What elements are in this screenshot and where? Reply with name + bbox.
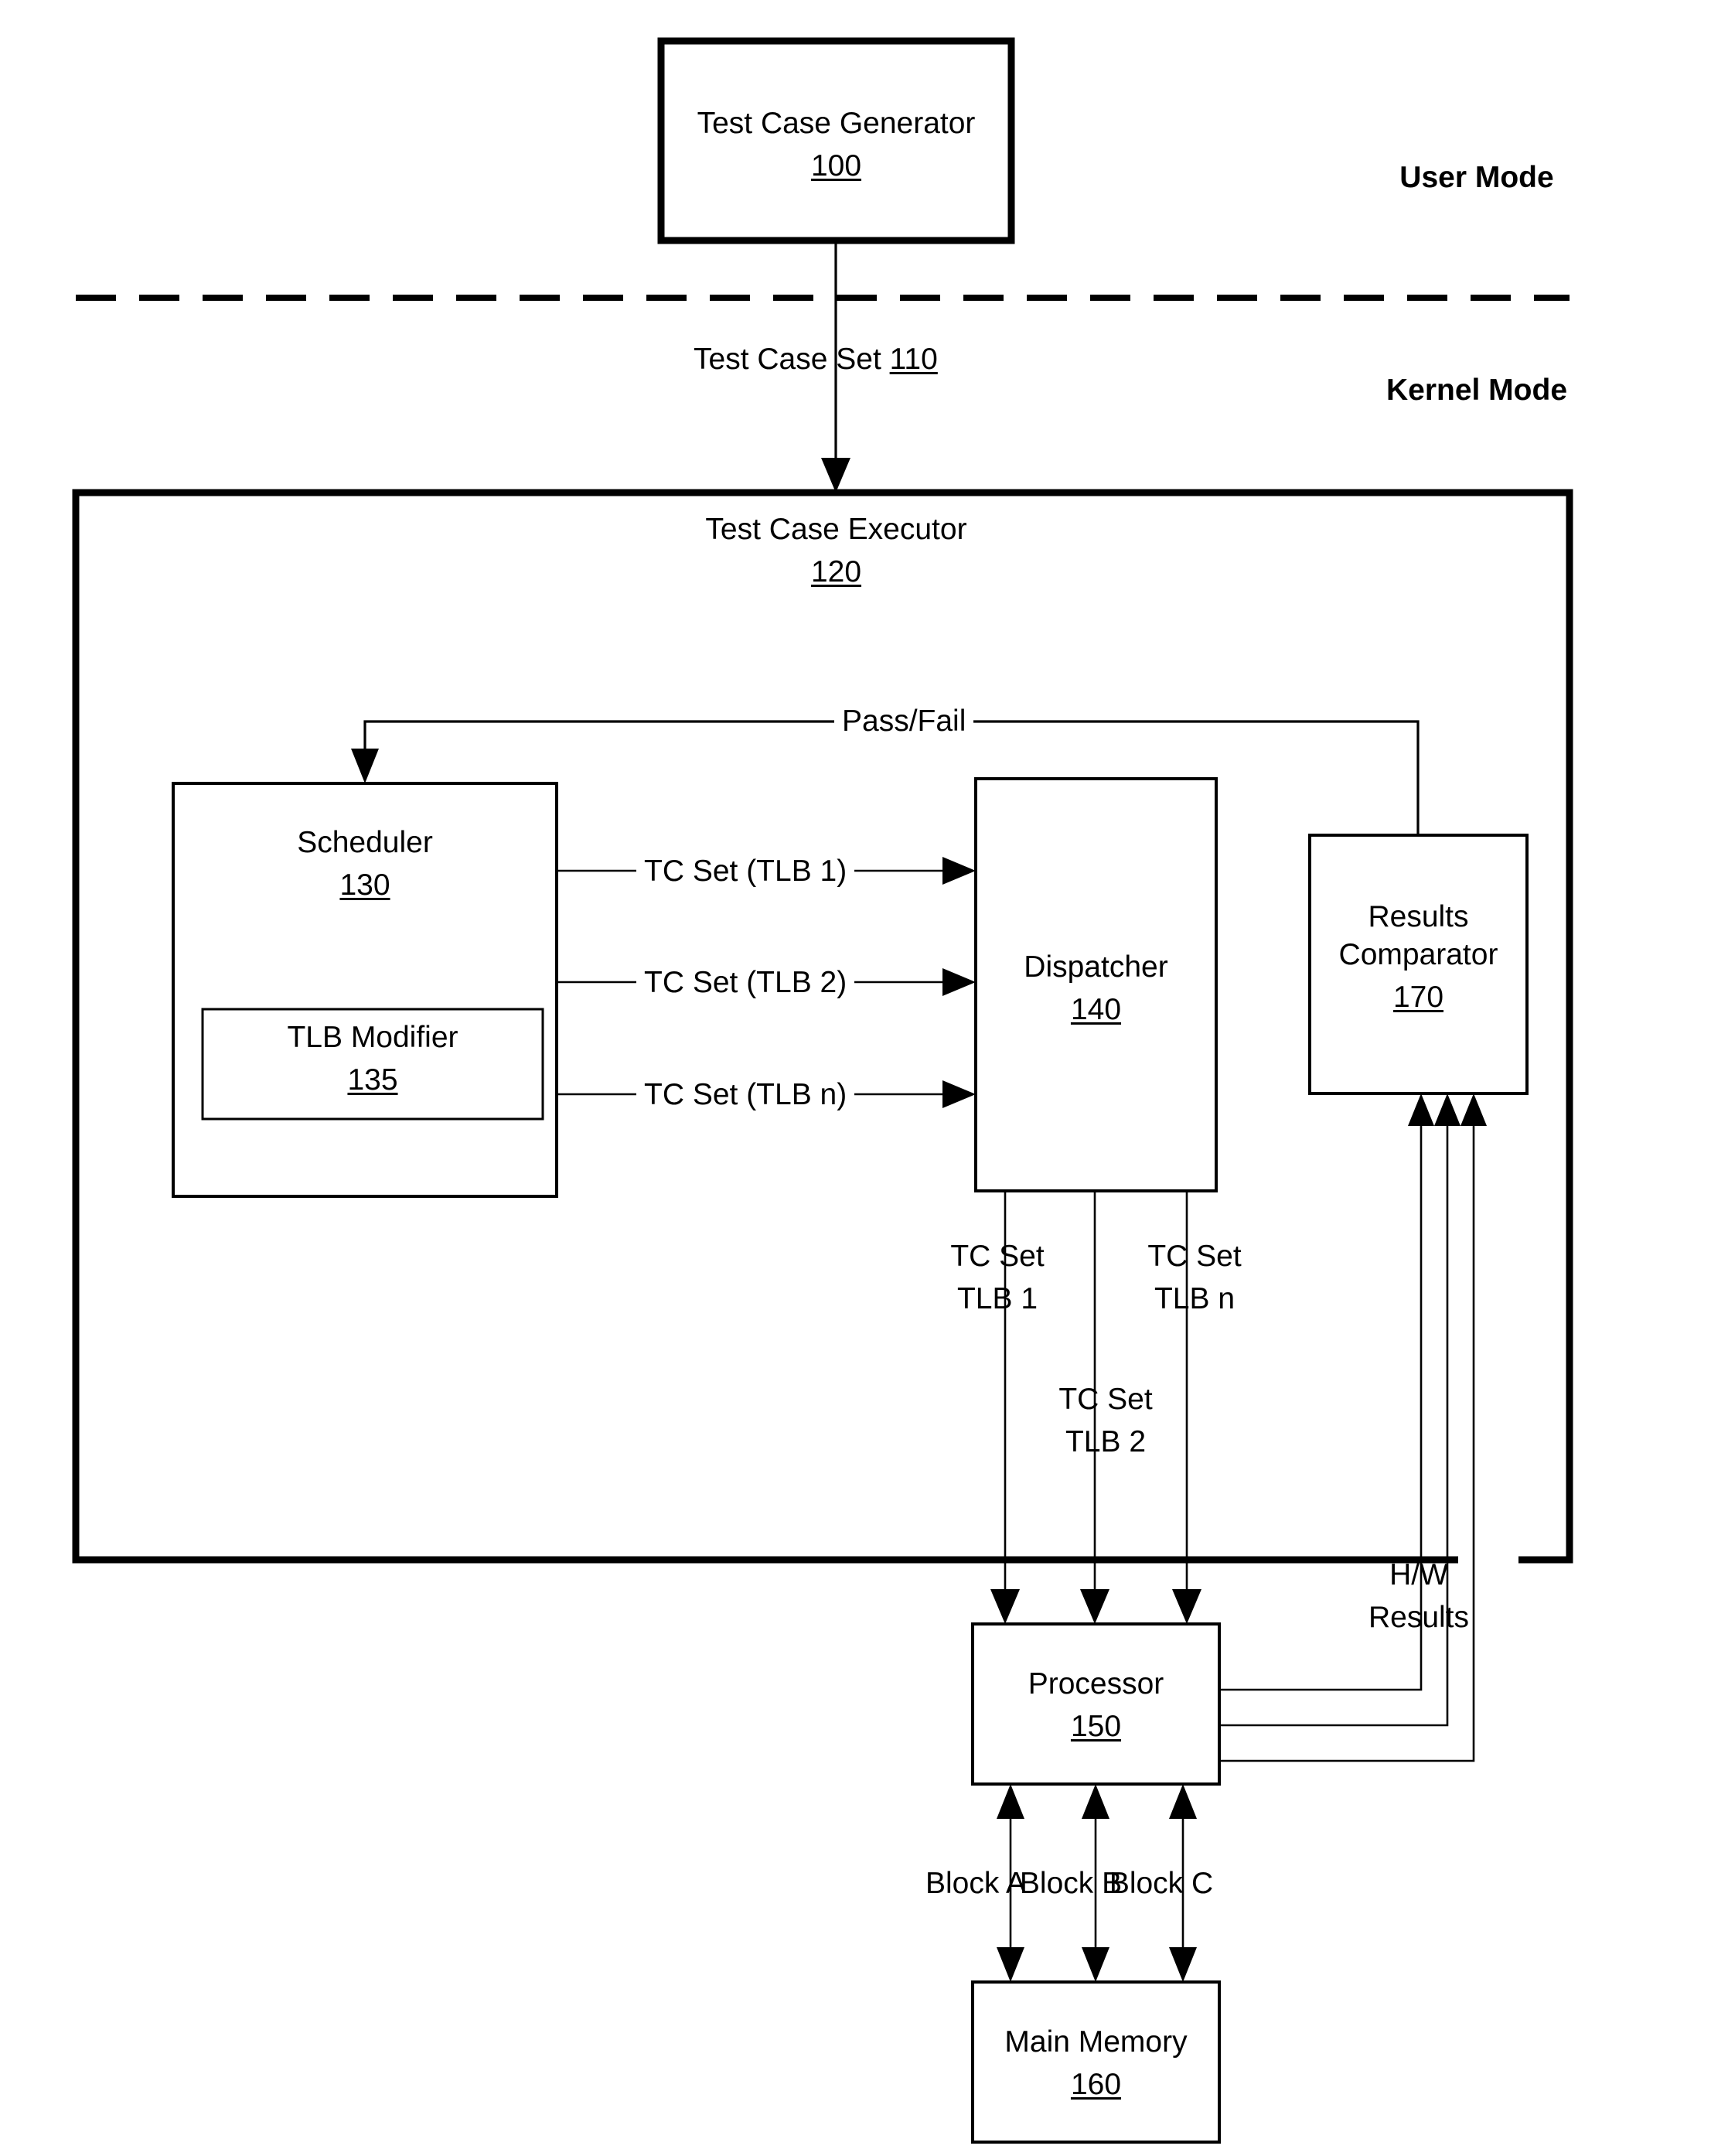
test-case-set-arrowhead <box>821 458 850 493</box>
tc-set-tlbn-label: TC Set (TLB n) <box>636 1076 855 1114</box>
results-comparator-title-line1: Results <box>1368 900 1469 933</box>
main-memory-ref: 160 <box>1070 2068 1122 2101</box>
main-memory-title: Main Memory <box>1004 2025 1188 2059</box>
test-case-executor-title: Test Case Executor <box>705 513 967 546</box>
processor-ref: 150 <box>1070 1710 1122 1743</box>
tc-set-tlb1-down-label-line1: TC Set <box>950 1240 1045 1273</box>
tlb-modifier-ref: 135 <box>347 1063 398 1097</box>
tc-set-tlb1-down-label-line2: TLB 1 <box>956 1282 1038 1315</box>
block-c-arrowhead-down <box>1169 1947 1197 1982</box>
test-case-set-label: Test Case Set 110 <box>694 340 938 378</box>
tc-set-tlb1-down-arrowhead <box>990 1589 1020 1624</box>
tc-set-tlb1-text: TC Set (TLB 1) <box>636 855 855 888</box>
tc-set-tlbn-down-arrowhead <box>1172 1589 1201 1624</box>
hw-results-label-line1: H/W <box>1389 1558 1448 1591</box>
scheduler-ref: 130 <box>339 868 390 902</box>
test-case-generator-ref: 100 <box>810 149 862 183</box>
tc-set-tlb2-down-label-line1: TC Set <box>1058 1383 1153 1416</box>
tc-set-tlb2-down-label-line2: TLB 2 <box>1065 1425 1147 1458</box>
hw-results-label-line2: Results <box>1368 1601 1470 1634</box>
patent-figure-diagram: User Mode Kernel Mode Test Case Generato… <box>0 0 1711 2156</box>
block-a-arrowhead-down <box>997 1947 1024 1982</box>
results-comparator-ref: 170 <box>1392 981 1444 1014</box>
tc-set-tlb2-text: TC Set (TLB 2) <box>636 966 855 999</box>
user-mode-label: User Mode <box>1399 161 1554 194</box>
tlb-modifier-title: TLB Modifier <box>287 1021 458 1054</box>
block-b-arrowhead-up <box>1082 1784 1109 1819</box>
tc-set-tlb2-label: TC Set (TLB 2) <box>636 964 855 1001</box>
tc-set-tlb1-label: TC Set (TLB 1) <box>636 852 855 890</box>
processor-title: Processor <box>1028 1667 1164 1701</box>
dispatcher-title: Dispatcher <box>1024 950 1168 984</box>
block-b-arrowhead-down <box>1082 1947 1109 1982</box>
pass-fail-label: Pass/Fail <box>834 702 974 740</box>
block-a-arrowhead-up <box>997 1784 1024 1819</box>
tc-set-tlbn-text: TC Set (TLB n) <box>636 1078 855 1111</box>
processor-box <box>971 1622 1221 1786</box>
results-comparator-title-line2: Comparator <box>1338 938 1498 971</box>
dispatcher-ref: 140 <box>1070 993 1122 1026</box>
pass-fail-text: Pass/Fail <box>834 704 974 738</box>
main-memory-box <box>971 1980 1221 2144</box>
test-case-executor-ref: 120 <box>810 555 862 588</box>
block-c-arrowhead-up <box>1169 1784 1197 1819</box>
scheduler-title: Scheduler <box>297 826 433 859</box>
test-case-generator-title: Test Case Generator <box>697 107 976 140</box>
block-c-label: Block C <box>1109 1867 1214 1900</box>
kernel-mode-label: Kernel Mode <box>1386 374 1568 407</box>
test-case-set-ref: 110 <box>889 343 938 376</box>
tc-set-tlbn-down-label-line2: TLB n <box>1154 1282 1236 1315</box>
tc-set-tlbn-down-label-line1: TC Set <box>1147 1240 1242 1273</box>
tc-set-tlb2-down-arrowhead <box>1080 1589 1109 1624</box>
test-case-set-text: Test Case Set <box>694 343 890 376</box>
